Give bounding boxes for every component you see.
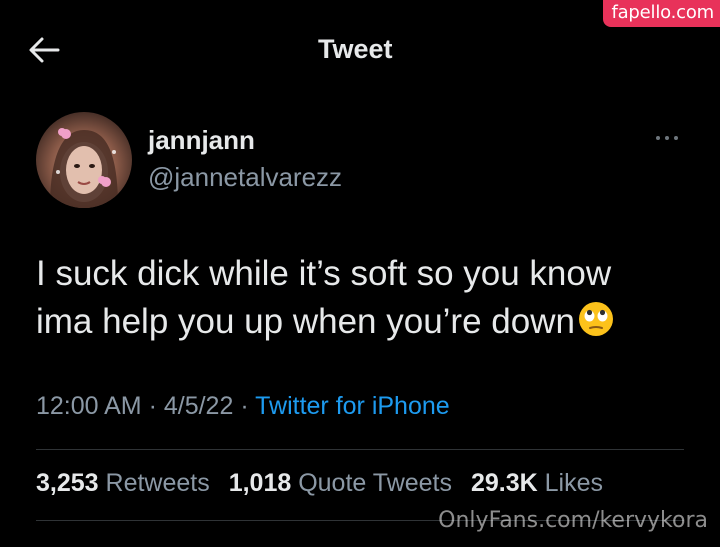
retweets-label: Retweets — [105, 469, 210, 497]
likes-stat[interactable]: 29.3K Likes — [471, 469, 603, 497]
quote-tweets-count: 1,018 — [228, 469, 292, 497]
tweet-text-line-2: ima help you up when you’re down — [36, 298, 686, 346]
likes-label: Likes — [544, 469, 603, 497]
display-name[interactable]: jannjann — [148, 125, 255, 156]
meta-separator: · — [141, 392, 164, 420]
more-options-button[interactable] — [650, 128, 686, 148]
back-button[interactable] — [26, 32, 62, 68]
more-horizontal-icon — [656, 136, 678, 140]
divider — [36, 449, 684, 450]
likes-count: 29.3K — [470, 469, 538, 497]
tweet-metadata: 12:00 AM · 4/5/22 · Twitter for iPhone — [36, 392, 450, 421]
tweet-stats: 3,253 Retweets 1,018 Quote Tweets 29.3K … — [36, 469, 615, 498]
arrow-left-icon — [29, 37, 60, 63]
retweets-count: 3,253 — [36, 469, 99, 497]
avatar[interactable] — [36, 112, 132, 208]
tweet-text-line-1: I suck dick while it’s soft so you know — [36, 254, 612, 293]
user-handle[interactable]: @jannetalvarezz — [148, 162, 342, 193]
tweet-text: I suck dick while it’s soft so you know … — [36, 250, 686, 346]
tweet-time: 12:00 AM — [36, 392, 142, 420]
rolling-eyes-emoji-icon — [578, 302, 613, 336]
onlyfans-watermark: OnlyFans.com/kervykora — [438, 508, 708, 533]
avatar-image — [50, 128, 118, 208]
quote-tweets-stat[interactable]: 1,018 Quote Tweets — [229, 469, 452, 497]
tweet-source-link[interactable]: Twitter for iPhone — [255, 392, 450, 420]
retweets-stat[interactable]: 3,253 Retweets — [36, 469, 210, 497]
tweet-header: Tweet — [0, 0, 720, 100]
page-title: Tweet — [318, 34, 393, 64]
meta-separator: · — [233, 392, 256, 420]
quote-tweets-label: Quote Tweets — [298, 469, 452, 497]
tweet-text-line-2-text: ima help you up when you’re down — [36, 302, 575, 341]
tweet-date: 4/5/22 — [163, 392, 234, 420]
